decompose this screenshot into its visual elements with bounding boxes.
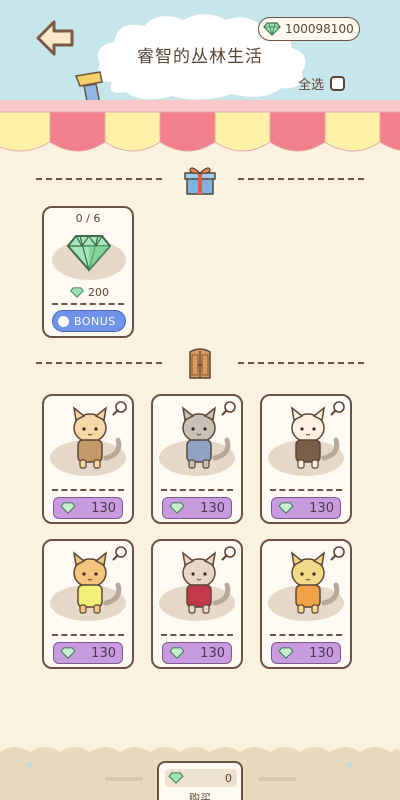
character-card-backpack-cat[interactable]: 130 <box>42 539 134 669</box>
character-card-explorer-cat[interactable]: 130 <box>42 394 134 524</box>
price-value: 130 <box>309 645 334 661</box>
toggle-dot-icon <box>58 315 69 327</box>
price-value: 130 <box>200 500 225 516</box>
bonus-gem-amount: 200 <box>70 286 109 299</box>
sparkle-decoration: ✦ <box>24 758 36 774</box>
cart-total: 0 <box>165 769 237 787</box>
price-value: 130 <box>91 500 116 516</box>
character-card-lion-costume-cat[interactable]: 130 <box>260 539 352 669</box>
bonus-button-label: BONUS <box>74 314 116 328</box>
diamond-icon <box>263 22 281 36</box>
buy-button[interactable]: 0 购买 <box>157 761 243 800</box>
character-card-scarf-cat[interactable]: 130 <box>151 394 243 524</box>
bottom-bar-line <box>105 777 143 781</box>
diamond-icon <box>70 287 84 298</box>
big-diamond-icon <box>66 234 112 272</box>
bottom-bar-line <box>258 777 296 781</box>
cart-total-value: 0 <box>225 771 232 785</box>
price-value: 130 <box>200 645 225 661</box>
back-arrow-icon[interactable] <box>34 18 76 58</box>
card-separator <box>52 634 124 636</box>
price-value: 130 <box>309 500 334 516</box>
character-card-bird-costume-cat[interactable]: 130 <box>151 539 243 669</box>
diamond-icon <box>60 647 76 659</box>
price-tag[interactable]: 130 <box>162 497 232 519</box>
character-card-patch-cat[interactable]: 130 <box>260 394 352 524</box>
diamond-icon <box>169 647 185 659</box>
card-separator <box>270 634 342 636</box>
diamond-icon <box>278 647 294 659</box>
page-title: 睿智的丛林生活 <box>137 47 263 67</box>
gem-balance: 100098100 <box>258 17 360 41</box>
divider-line <box>238 362 364 364</box>
bonus-progress: 0 / 6 <box>75 212 101 225</box>
sparkle-decoration: ✦ <box>344 758 356 774</box>
magnifier-icon[interactable] <box>221 400 237 416</box>
divider-line <box>36 178 162 180</box>
wardrobe-icon <box>189 348 211 379</box>
diamond-icon <box>278 502 294 514</box>
magnifier-icon[interactable] <box>221 545 237 561</box>
bonus-button[interactable]: BONUS <box>52 310 126 332</box>
magnifier-icon[interactable] <box>112 545 128 561</box>
bonus-card[interactable]: 0 / 6 200 BONUS <box>42 206 134 338</box>
card-separator <box>52 303 124 305</box>
card-separator <box>270 489 342 491</box>
magnifier-icon[interactable] <box>112 400 128 416</box>
wardrobe-section-divider <box>36 348 364 379</box>
diamond-icon <box>168 772 184 784</box>
card-separator <box>161 634 233 636</box>
divider-line <box>238 178 364 180</box>
gift-section-divider <box>36 164 364 195</box>
header: 睿智的丛林生活 100098100 全选 <box>0 0 400 112</box>
select-all-toggle[interactable]: 全选 <box>298 74 346 93</box>
price-tag[interactable]: 130 <box>53 642 123 664</box>
gem-balance-value: 100098100 <box>285 22 354 36</box>
price-tag[interactable]: 130 <box>53 497 123 519</box>
card-separator <box>52 489 124 491</box>
price-tag[interactable]: 130 <box>162 642 232 664</box>
price-value: 130 <box>91 645 116 661</box>
price-tag[interactable]: 130 <box>271 497 341 519</box>
diamond-icon <box>169 502 185 514</box>
shop-awning <box>0 100 400 152</box>
diamond-icon <box>60 502 76 514</box>
magnifier-icon[interactable] <box>330 400 346 416</box>
select-all-label: 全选 <box>298 78 325 93</box>
divider-line <box>36 362 162 364</box>
card-separator <box>161 489 233 491</box>
select-all-checkbox[interactable] <box>330 76 346 91</box>
gift-box-icon <box>184 167 216 195</box>
buy-label: 购买 <box>189 792 211 800</box>
bonus-gem-value: 200 <box>88 286 109 299</box>
magnifier-icon[interactable] <box>330 545 346 561</box>
price-tag[interactable]: 130 <box>271 642 341 664</box>
